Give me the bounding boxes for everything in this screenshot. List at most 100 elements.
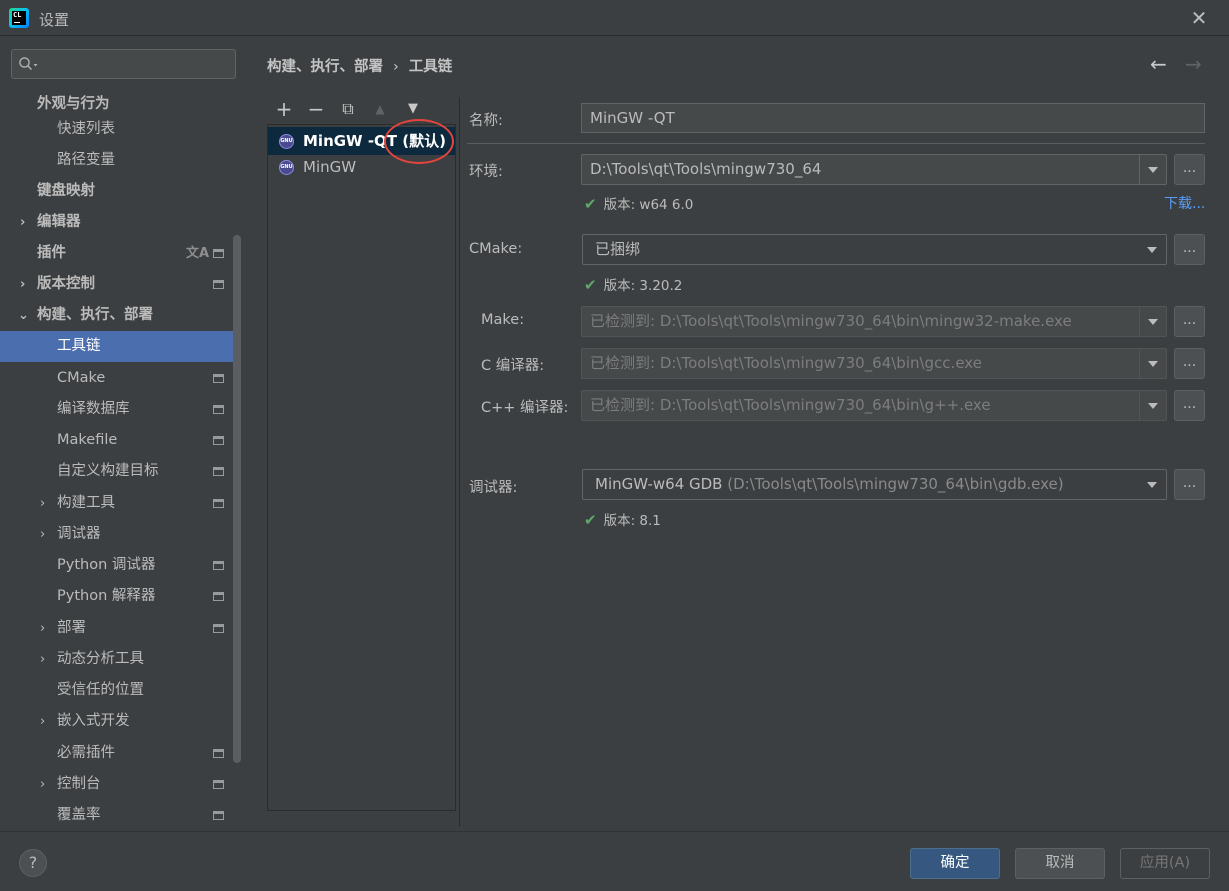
environment-browse-button[interactable]: ... (1174, 154, 1205, 185)
move-up-icon[interactable]: ▲ (369, 97, 391, 121)
chevron-down-icon[interactable] (1148, 167, 1158, 173)
make-combo[interactable]: 已检测到: D:\Tools\qt\Tools\mingw730_64\bin\… (581, 306, 1167, 337)
debugger-browse-button[interactable]: ... (1174, 469, 1205, 500)
make-browse-button[interactable]: ... (1174, 306, 1205, 337)
tree-item-debugger[interactable]: › 调试器 (0, 519, 234, 550)
combo-divider (1139, 391, 1140, 420)
chevron-down-icon[interactable] (1147, 247, 1157, 253)
environment-label: 环境: (469, 164, 503, 180)
environment-combo[interactable]: D:\Tools\qt\Tools\mingw730_64 (581, 154, 1167, 185)
debugger-combo[interactable]: MinGW-w64 GDB (D:\Tools\qt\Tools\mingw73… (582, 469, 1167, 500)
check-icon: ✔ (584, 195, 597, 213)
tree-item-makefile[interactable]: Makefile (0, 425, 234, 456)
project-settings-icon (213, 780, 224, 789)
tree-item-path-variables[interactable]: 路径变量 (0, 145, 234, 176)
breadcrumb-current: 工具链 (408, 59, 453, 75)
chevron-right-icon: › (40, 496, 46, 511)
tree-item-compilation-database[interactable]: 编译数据库 (0, 394, 234, 425)
debugger-label: 调试器: (469, 480, 518, 496)
c-compiler-label: C 编译器: (481, 358, 545, 374)
translate-icon: 文A (186, 246, 210, 261)
tree-item-console[interactable]: › 控制台 (0, 769, 234, 800)
make-value: 已检测到: D:\Tools\qt\Tools\mingw730_64\bin\… (590, 312, 1072, 330)
tree-item-label: 调试器 (57, 526, 101, 542)
forward-arrow-icon[interactable]: → (1185, 52, 1202, 76)
settings-search-input[interactable] (11, 49, 236, 79)
cpp-compiler-label: C++ 编译器: (481, 400, 569, 416)
tree-item-build-execution-deployment[interactable]: ⌄ 构建、执行、部署 (0, 300, 234, 331)
name-input[interactable]: MinGW -QT (581, 103, 1205, 133)
remove-icon[interactable]: − (305, 97, 327, 121)
cpp-compiler-browse-button[interactable]: ... (1174, 390, 1205, 421)
tree-item-label: CMake (57, 370, 106, 386)
name-label: 名称: (469, 113, 503, 129)
tree-item-label: 覆盖率 (57, 807, 101, 823)
download-link[interactable]: 下载... (1164, 193, 1205, 213)
tree-item-label: 自定义构建目标 (57, 463, 159, 479)
chevron-down-icon[interactable] (1148, 361, 1158, 367)
tree-item-editor[interactable]: › 编辑器 (0, 207, 234, 238)
tree-item-vcs[interactable]: › 版本控制 (0, 269, 234, 300)
chevron-down-icon[interactable] (1148, 319, 1158, 325)
settings-tree: 外观与行为 快速列表 路径变量 键盘映射 › 编辑器 插件 文A › 版本控制 ⌄ 构建… (0, 89, 234, 829)
close-icon[interactable]: ✕ (1189, 8, 1209, 28)
move-down-icon[interactable]: ▼ (402, 97, 424, 121)
add-icon[interactable]: + (273, 97, 295, 121)
cancel-button[interactable]: 取消 (1015, 848, 1105, 879)
cpp-compiler-combo[interactable]: 已检测到: D:\Tools\qt\Tools\mingw730_64\bin\… (581, 390, 1167, 421)
tree-item-cmake[interactable]: CMake (0, 363, 234, 394)
tree-item-dynamic-analysis[interactable]: › 动态分析工具 (0, 644, 234, 675)
tree-item-python-debugger[interactable]: Python 调试器 (0, 550, 234, 581)
c-compiler-value: 已检测到: D:\Tools\qt\Tools\mingw730_64\bin\… (590, 354, 982, 372)
debugger-version: ✔ 版本: 8.1 (584, 509, 661, 529)
app-icon-text: CL (12, 11, 26, 25)
tree-item-keymap[interactable]: 键盘映射 (0, 176, 234, 207)
c-compiler-combo[interactable]: 已检测到: D:\Tools\qt\Tools\mingw730_64\bin\… (581, 348, 1167, 379)
tree-item-plugins[interactable]: 插件 文A (0, 238, 234, 269)
c-compiler-browse-button[interactable]: ... (1174, 348, 1205, 379)
tree-item-coverage[interactable]: 覆盖率 (0, 800, 234, 829)
cmake-label: CMake: (469, 241, 523, 257)
tree-item-label: 动态分析工具 (57, 651, 144, 667)
chevron-down-icon[interactable] (1148, 403, 1158, 409)
debugger-value: MinGW-w64 GDB (D:\Tools\qt\Tools\mingw73… (595, 470, 1136, 499)
chevron-right-icon: › (40, 652, 46, 667)
chevron-down-icon[interactable] (1147, 482, 1157, 488)
tree-item-deployment[interactable]: › 部署 (0, 613, 234, 644)
tree-item-embedded-development[interactable]: › 嵌入式开发 (0, 706, 234, 737)
cmake-value: 已捆绑 (595, 240, 641, 258)
project-settings-icon (213, 811, 224, 820)
project-settings-icon (213, 405, 224, 414)
back-arrow-icon[interactable]: ← (1150, 52, 1167, 76)
check-icon: ✔ (584, 511, 597, 529)
ok-button[interactable]: 确定 (910, 848, 1000, 879)
tree-item-toolchains[interactable]: 工具链 (0, 331, 234, 362)
chevron-right-icon: › (40, 714, 46, 729)
tree-item-quick-lists[interactable]: 快速列表 (0, 114, 234, 145)
help-icon[interactable]: ? (19, 849, 47, 877)
settings-sidebar: 外观与行为 快速列表 路径变量 键盘映射 › 编辑器 插件 文A › 版本控制 ⌄ 构建… (0, 37, 246, 831)
make-label: Make: (481, 312, 525, 328)
project-settings-icon (213, 436, 224, 445)
copy-icon[interactable]: ⧉ (337, 97, 359, 121)
tree-item-required-plugins[interactable]: 必需插件 (0, 738, 234, 769)
chevron-right-icon: › (20, 215, 26, 230)
splitter[interactable] (459, 97, 460, 827)
project-settings-icon (213, 592, 224, 601)
dialog-button-bar: ? 确定 取消 应用(A) (0, 831, 1229, 891)
clion-app-icon: CL (9, 8, 29, 28)
tree-item-custom-build-targets[interactable]: 自定义构建目标 (0, 456, 234, 487)
environment-version: ✔ 版本: w64 6.0 (584, 193, 693, 213)
breadcrumb-parent[interactable]: 构建、执行、部署 (267, 59, 383, 75)
toolchain-list: GNU MinGW -QT (默认) GNU MinGW (267, 124, 456, 811)
project-settings-icon (213, 749, 224, 758)
tree-item-trusted-locations[interactable]: 受信任的位置 (0, 675, 234, 706)
apply-button[interactable]: 应用(A) (1120, 848, 1210, 879)
cmake-browse-button[interactable]: ... (1174, 234, 1205, 265)
tree-item-build-tools[interactable]: › 构建工具 (0, 488, 234, 519)
tree-item-python-interpreter[interactable]: Python 解释器 (0, 581, 234, 612)
window-title: 设置 (39, 11, 70, 29)
toolchain-name: MinGW (303, 158, 357, 176)
cmake-combo[interactable]: 已捆绑 (582, 234, 1167, 265)
sidebar-scrollbar[interactable] (233, 235, 241, 763)
